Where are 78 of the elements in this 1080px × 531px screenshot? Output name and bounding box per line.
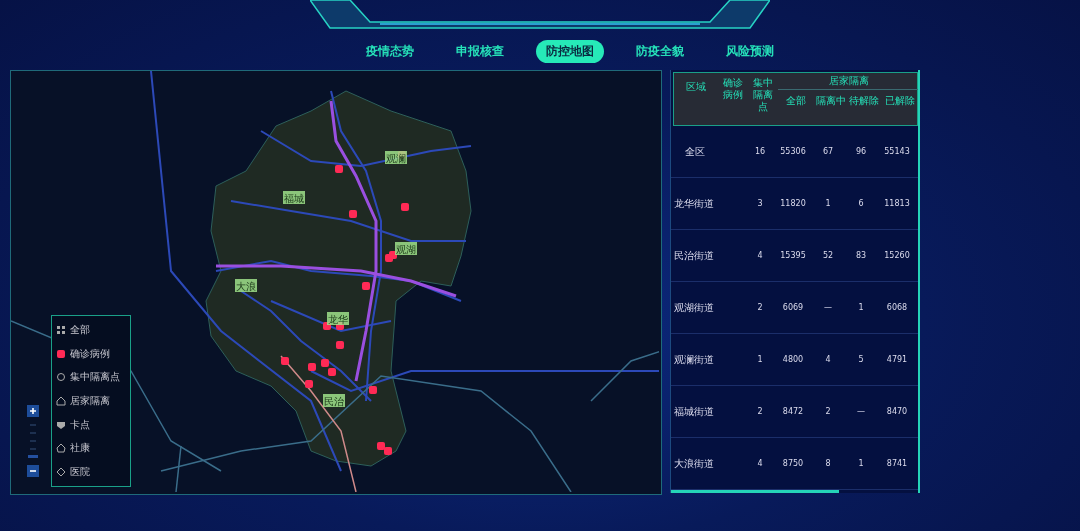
table-cell-text: 2: [824, 407, 832, 416]
table-cell-text: 8750: [781, 459, 805, 468]
column-header[interactable]: 区域: [686, 81, 706, 93]
table-cell-text: 全区: [683, 144, 706, 159]
table-cell-text: 3: [756, 199, 764, 208]
table-cell-text: 15395: [779, 251, 807, 260]
legend-item[interactable]: 集中隔离点: [70, 370, 120, 385]
table-cell-text: 4800: [781, 355, 805, 364]
house-icon: [56, 395, 66, 406]
column-header[interactable]: 确诊病例: [722, 77, 744, 101]
table-cell-text: 6068: [885, 303, 909, 312]
table-cell-text: —: [823, 303, 833, 312]
table-cell-text: —: [856, 407, 866, 416]
zoom-out-icon[interactable]: [27, 465, 39, 477]
table-cell-text: 4: [756, 459, 764, 468]
diamond-icon: [56, 467, 66, 478]
table-cell-text: 8: [824, 459, 832, 468]
table-cell-text: 1: [857, 303, 865, 312]
table-cell-text: 2: [756, 303, 764, 312]
column-header[interactable]: 居家隔离: [778, 74, 918, 90]
table-cell-text: 96: [854, 147, 868, 156]
legend-item[interactable]: 确诊病例: [70, 346, 110, 361]
legend-item[interactable]: 社康: [70, 441, 90, 456]
column-header[interactable]: 已解除: [885, 95, 915, 107]
nav-tab[interactable]: 疫情态势: [356, 39, 424, 63]
legend-item[interactable]: 卡点: [70, 417, 90, 432]
table-cell-text: 4: [756, 251, 764, 260]
table-cell-text: 观澜街道: [673, 352, 715, 367]
legend-item[interactable]: 医院: [70, 465, 90, 480]
table-cell-text: 15260: [883, 251, 911, 260]
legend-item[interactable]: 居家隔离: [70, 393, 110, 408]
circle-icon: [56, 372, 66, 383]
nav-tab[interactable]: 申报核查: [446, 39, 514, 63]
nav-tab[interactable]: 风险预测: [716, 39, 784, 63]
table-cell-text: 5: [857, 355, 865, 364]
table-cell-text: 大浪街道: [673, 456, 715, 471]
table-cell-text: 11820: [779, 199, 807, 208]
zoom-slider-icon[interactable]: [27, 421, 39, 461]
house-icon: [56, 443, 66, 454]
table-cell-text: 1: [756, 355, 764, 364]
table-cell-text: 1: [824, 199, 832, 208]
table-cell-text: 民治街道: [673, 248, 715, 263]
shield-icon: [56, 419, 66, 430]
table-cell-text: 83: [854, 251, 868, 260]
table-cell-text: 8472: [781, 407, 805, 416]
legend-item[interactable]: 全部: [70, 322, 90, 337]
zoom-in-icon[interactable]: [27, 405, 39, 417]
table-cell-text: 55306: [779, 147, 807, 156]
district-label: 龙华: [327, 312, 349, 325]
district-label: 大浪: [235, 279, 257, 292]
column-header[interactable]: 待解除: [849, 95, 879, 107]
column-header[interactable]: 全部: [786, 95, 806, 107]
table-cell-text: 4: [824, 355, 832, 364]
nav-tab[interactable]: 防疫全貌: [626, 39, 694, 63]
district-label: 观湖: [395, 242, 417, 255]
table-cell-text: 6069: [781, 303, 805, 312]
table-cell-text: 龙华街道: [673, 196, 715, 211]
table-cell-text: 11813: [883, 199, 911, 208]
scroll-bar[interactable]: [671, 490, 839, 493]
column-header[interactable]: 隔离中: [816, 95, 846, 107]
table-cell-text: 55143: [883, 147, 911, 156]
table-cell-text: 52: [821, 251, 835, 260]
table-cell-text: 4791: [885, 355, 909, 364]
district-label: 福城: [283, 191, 305, 204]
table-cell-text: 67: [821, 147, 835, 156]
column-header[interactable]: 集中隔离点: [752, 77, 774, 113]
district-label: 民治: [323, 394, 345, 407]
grid-icon: [56, 324, 66, 335]
table-cell-text: 8741: [885, 459, 909, 468]
district-label: 观澜: [385, 151, 407, 164]
table-cell-text: 观湖街道: [673, 300, 715, 315]
table-cell-text: 1: [857, 459, 865, 468]
table-cell-text: 8470: [885, 407, 909, 416]
table-cell-text: 16: [753, 147, 767, 156]
nav-tab[interactable]: 防控地图: [536, 39, 604, 63]
table-cell-text: 福城街道: [673, 404, 715, 419]
table-cell-text: 6: [857, 199, 865, 208]
table-cell-text: 2: [756, 407, 764, 416]
